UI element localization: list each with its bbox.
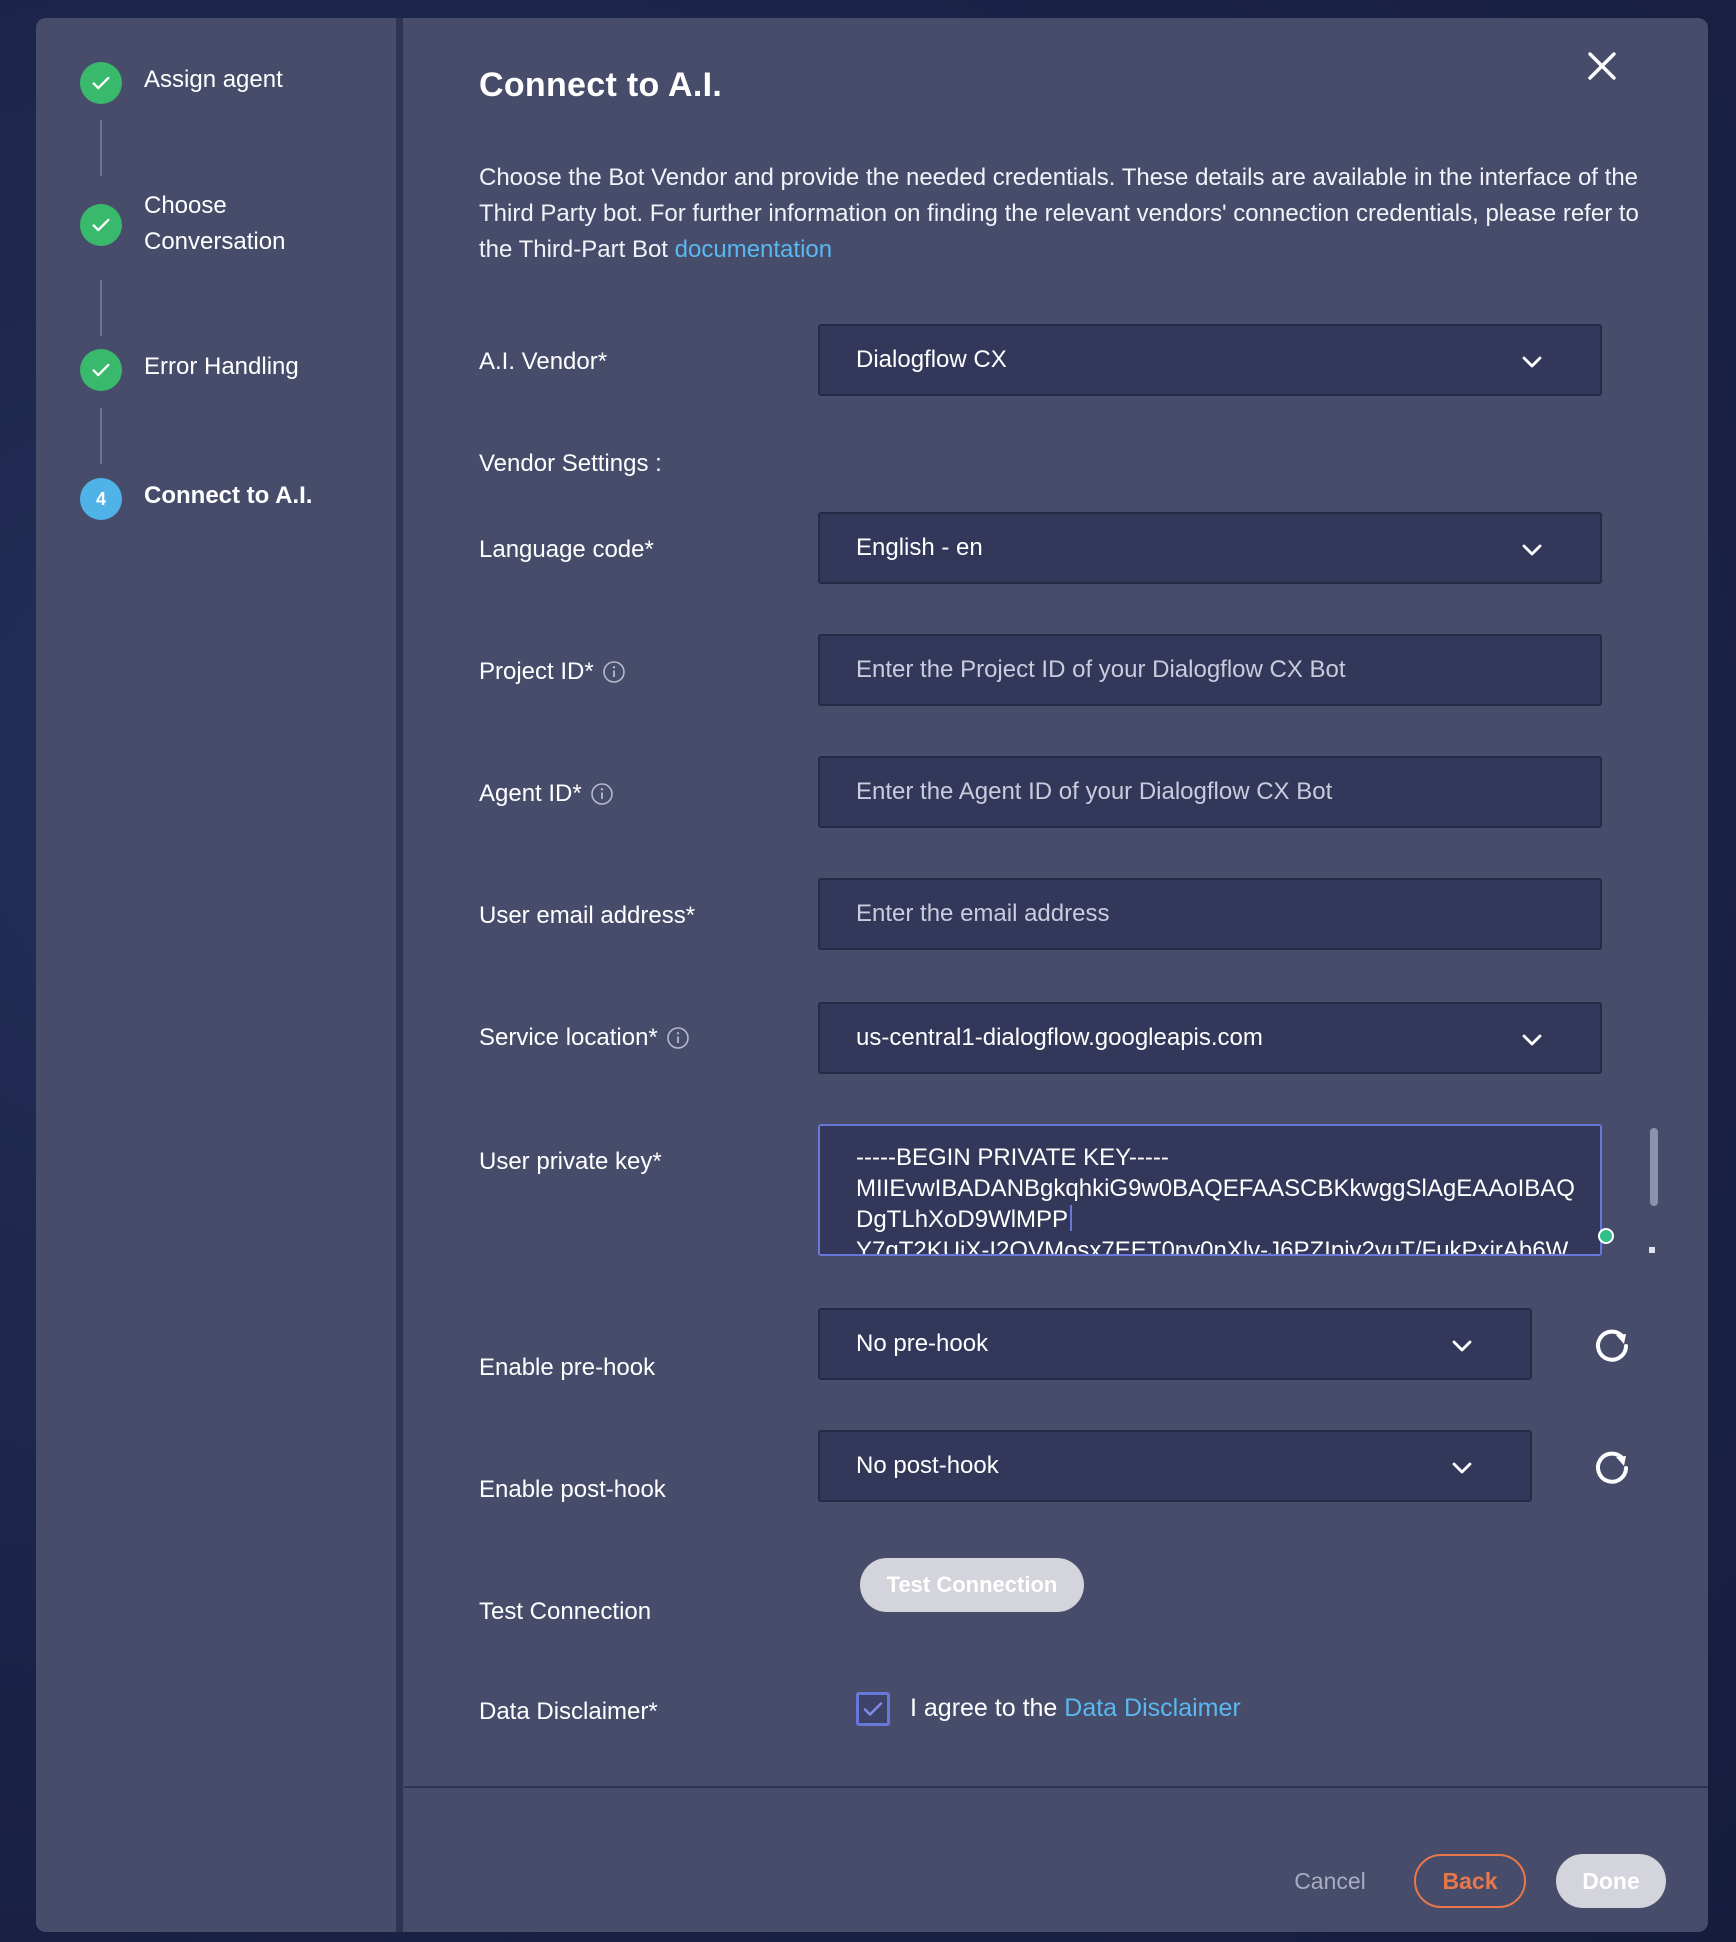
info-icon[interactable]	[602, 660, 626, 684]
project-id-label-text: Project ID*	[479, 658, 594, 685]
email-input[interactable]: Enter the email address	[818, 878, 1602, 950]
step-number-circle: 4	[80, 478, 122, 520]
language-select[interactable]: English - en	[818, 512, 1602, 584]
description: Choose the Bot Vendor and provide the ne…	[479, 160, 1659, 268]
step-choose-conversation[interactable]: Choose Conversation	[80, 188, 324, 260]
project-id-placeholder: Enter the Project ID of your Dialogflow …	[856, 656, 1346, 683]
step-label: Error Handling	[144, 353, 299, 380]
prehook-refresh-button[interactable]	[1590, 1322, 1634, 1366]
chevron-down-icon	[1452, 1462, 1472, 1474]
connect-ai-modal: Assign agent Choose Conversation Error H…	[36, 18, 1708, 1932]
data-disclaimer-link[interactable]: Data Disclaimer	[1064, 1694, 1240, 1722]
posthook-label: Enable post-hook	[479, 1476, 666, 1503]
posthook-refresh-button[interactable]	[1590, 1444, 1634, 1488]
agent-id-label-text: Agent ID*	[479, 780, 582, 807]
check-icon	[92, 76, 110, 90]
documentation-link[interactable]: documentation	[675, 236, 832, 263]
step-label: Assign agent	[144, 66, 283, 93]
step-label: Choose Conversation	[144, 192, 286, 255]
private-key-line-text: DgTLhXoD9WlMPP	[856, 1206, 1069, 1233]
description-text: Choose the Bot Vendor and provide the ne…	[479, 164, 1639, 263]
step-done-circle	[80, 349, 122, 391]
agent-id-input[interactable]: Enter the Agent ID of your Dialogflow CX…	[818, 756, 1602, 828]
posthook-value: No post-hook	[856, 1452, 999, 1479]
data-disclaimer-label: Data Disclaimer*	[479, 1698, 658, 1725]
close-button[interactable]	[1580, 44, 1624, 88]
step-assign-agent[interactable]: Assign agent	[80, 62, 283, 104]
footer-divider	[404, 1786, 1708, 1788]
vendor-value: Dialogflow CX	[856, 346, 1007, 373]
textarea-scrollbar[interactable]	[1650, 1128, 1658, 1206]
step-connector	[100, 120, 102, 176]
stepper-sidebar: Assign agent Choose Conversation Error H…	[36, 18, 398, 1932]
private-key-line: Y7qT2KUiX-I2OVMosx7EET0nv0nXlv-J6PZIpiv2…	[856, 1237, 1569, 1256]
test-connection-button[interactable]: Test Connection	[860, 1558, 1084, 1612]
grammar-assistant-icon[interactable]	[1598, 1228, 1614, 1244]
private-key-line: -----BEGIN PRIVATE KEY-----	[856, 1144, 1169, 1171]
agree-text: I agree to the Data Disclaimer	[910, 1694, 1241, 1723]
info-icon[interactable]	[666, 1026, 690, 1050]
private-key-line: MIIEvwIBADANBgkqhkiG9w0BAQEFAASCBKkwggSl…	[856, 1175, 1575, 1202]
done-button[interactable]: Done	[1556, 1854, 1666, 1908]
agree-checkbox[interactable]	[856, 1692, 890, 1726]
page-title: Connect to A.I.	[479, 66, 723, 104]
agent-id-label: Agent ID*	[479, 780, 614, 808]
private-key-textarea[interactable]: -----BEGIN PRIVATE KEY----- MIIEvwIBADAN…	[818, 1124, 1602, 1256]
prehook-label: Enable pre-hook	[479, 1354, 656, 1381]
project-id-label: Project ID*	[479, 658, 626, 686]
service-location-value: us-central1-dialogflow.googleapis.com	[856, 1024, 1263, 1051]
language-label: Language code*	[479, 536, 654, 563]
language-value: English - en	[856, 534, 983, 561]
chevron-down-icon	[1522, 356, 1542, 368]
check-icon	[92, 218, 110, 232]
service-location-label: Service location*	[479, 1024, 690, 1052]
posthook-select[interactable]: No post-hook	[818, 1430, 1532, 1502]
textarea-resize-handle[interactable]	[1648, 1246, 1656, 1254]
refresh-icon	[1596, 1329, 1628, 1362]
private-key-label: User private key*	[479, 1148, 662, 1175]
refresh-icon	[1596, 1451, 1628, 1484]
text-caret	[1070, 1205, 1073, 1231]
test-connection-label: Test Connection	[479, 1598, 652, 1625]
vendor-settings-heading: Vendor Settings :	[479, 450, 662, 477]
step-label: Connect to A.I.	[144, 482, 313, 509]
step-done-circle	[80, 204, 122, 246]
service-location-select[interactable]: us-central1-dialogflow.googleapis.com	[818, 1002, 1602, 1074]
agree-text-label: I agree to the	[910, 1694, 1065, 1722]
chevron-down-icon	[1522, 544, 1542, 556]
info-icon[interactable]	[590, 782, 614, 806]
cancel-button[interactable]: Cancel	[1276, 1854, 1384, 1908]
chevron-down-icon	[1522, 1034, 1542, 1046]
step-connector	[100, 408, 102, 464]
prehook-value: No pre-hook	[856, 1330, 989, 1357]
email-label: User email address*	[479, 902, 696, 929]
chevron-down-icon	[1452, 1340, 1472, 1352]
vendor-select[interactable]: Dialogflow CX	[818, 324, 1602, 396]
private-key-line: DgTLhXoD9WlMPP	[856, 1204, 1580, 1235]
step-connect-ai[interactable]: 4 Connect to A.I.	[80, 478, 312, 520]
check-icon	[92, 363, 110, 377]
service-location-label-text: Service location*	[479, 1024, 658, 1051]
step-done-circle	[80, 62, 122, 104]
email-placeholder: Enter the email address	[856, 900, 1110, 927]
project-id-input[interactable]: Enter the Project ID of your Dialogflow …	[818, 634, 1602, 706]
check-icon	[863, 1702, 883, 1716]
step-error-handling[interactable]: Error Handling	[80, 349, 299, 391]
sidebar-divider	[396, 18, 403, 1932]
vendor-label: A.I. Vendor*	[479, 348, 608, 375]
step-connector	[100, 280, 102, 336]
prehook-select[interactable]: No pre-hook	[818, 1308, 1532, 1380]
close-icon	[1588, 52, 1616, 80]
agent-id-placeholder: Enter the Agent ID of your Dialogflow CX…	[856, 778, 1333, 805]
back-button[interactable]: Back	[1414, 1854, 1526, 1908]
